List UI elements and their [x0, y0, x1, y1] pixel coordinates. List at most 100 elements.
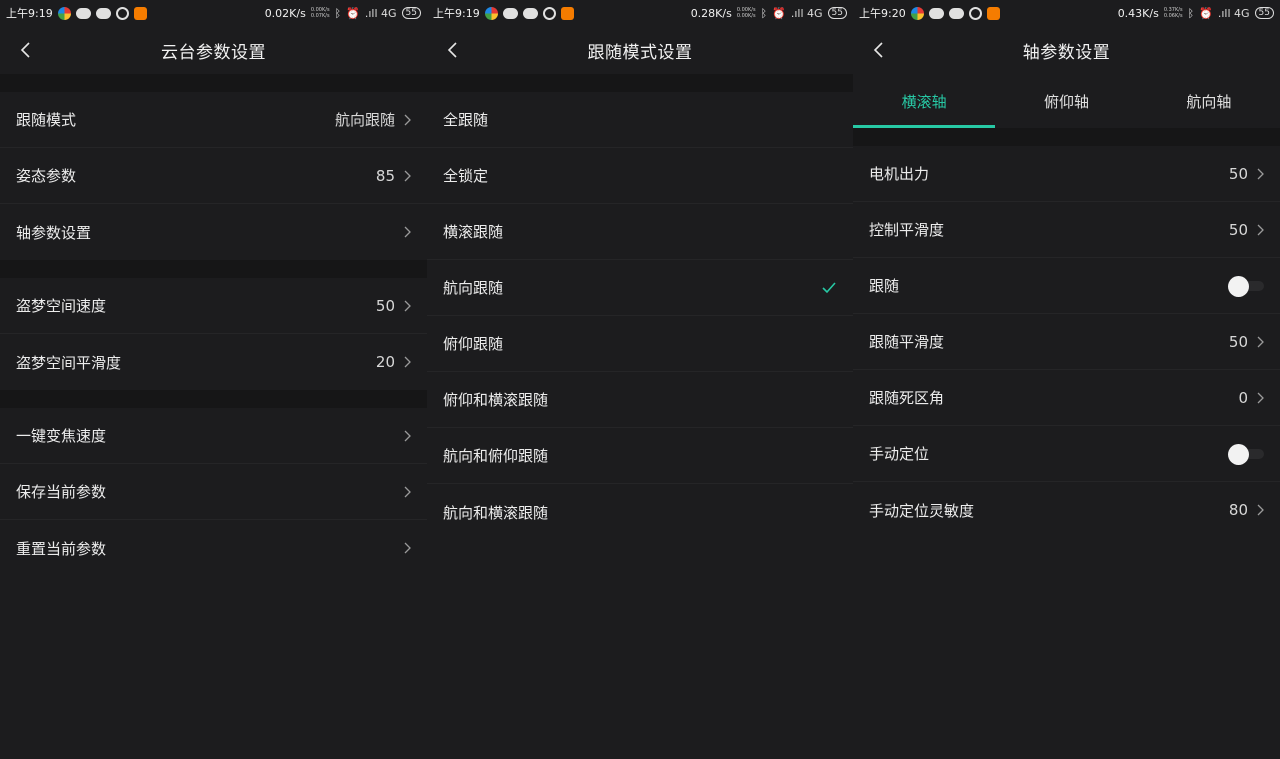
settings-row-attitude[interactable]: 姿态参数 85 [0, 148, 427, 204]
param-row-manual-position: 手动定位 [853, 426, 1280, 482]
section-divider [427, 74, 853, 92]
battery-icon: 55 [827, 7, 847, 19]
row-label: 盗梦空间速度 [16, 297, 107, 315]
row-right: 50 [376, 297, 411, 315]
row-right: 85 [376, 167, 411, 185]
chevron-left-icon [873, 42, 883, 58]
settings-row-follow-mode[interactable]: 跟随模式 航向跟随 [0, 92, 427, 148]
option-label: 航向跟随 [443, 279, 504, 297]
manual-position-toggle[interactable] [1228, 443, 1264, 465]
chevron-right-icon [1257, 168, 1264, 179]
signal-icon: .ıll 4G [364, 6, 397, 20]
param-row-motor-power[interactable]: 电机出力 50 [853, 146, 1280, 202]
chevron-right-icon [1257, 336, 1264, 347]
option-row[interactable]: 全跟随 [427, 92, 853, 148]
row-right: 0 [1238, 389, 1264, 407]
option-row[interactable]: 俯仰跟随 [427, 316, 853, 372]
header: 跟随模式设置 [427, 26, 853, 74]
settings-row-reset-params[interactable]: 重置当前参数 [0, 520, 427, 576]
settings-row-axis[interactable]: 轴参数设置 [0, 204, 427, 260]
option-row[interactable]: 航向和俯仰跟随 [427, 428, 853, 484]
status-time: 上午9:19 [6, 7, 53, 20]
chevron-right-icon [404, 226, 411, 238]
chat-notification-icon [948, 7, 964, 19]
settings-row-save-params[interactable]: 保存当前参数 [0, 464, 427, 520]
row-right: 航向跟随 [335, 109, 411, 130]
option-label: 俯仰和横滚跟随 [443, 391, 549, 409]
network-speed: 0.43K/s [1117, 6, 1159, 20]
chat-notification-icon [502, 7, 518, 19]
toggle-knob [1228, 275, 1249, 297]
tab-pitch-axis[interactable]: 俯仰轴 [995, 74, 1137, 128]
row-right [403, 542, 411, 554]
axis-settings-screen: 上午9:20 0.43K/s 0.37K/s 0.06K/s ᛒ ⏰ .ıll … [853, 0, 1280, 759]
row-right: 50 [1229, 221, 1264, 239]
chat-notification-icon [95, 7, 111, 19]
q-app-icon [115, 6, 129, 20]
download-speed: 0.00K/s [736, 13, 756, 19]
gimbal-settings-screen: 上午9:19 0.02K/s 0.00K/s 0.07K/s ᛒ ⏰ .ıll … [0, 0, 427, 759]
page-title: 云台参数设置 [161, 42, 266, 63]
param-row-control-smoothness[interactable]: 控制平滑度 50 [853, 202, 1280, 258]
network-speed-detail: 0.00K/s 0.07K/s [311, 7, 330, 19]
row-label: 一键变焦速度 [16, 427, 107, 445]
tab-yaw-axis[interactable]: 航向轴 [1138, 74, 1280, 128]
option-row[interactable]: 横滚跟随 [427, 204, 853, 260]
option-row[interactable]: 航向和横滚跟随 [427, 484, 853, 540]
follow-toggle[interactable] [1228, 275, 1264, 297]
page-title: 轴参数设置 [1022, 42, 1111, 63]
battery-icon: 55 [401, 7, 421, 19]
option-row[interactable]: 俯仰和横滚跟随 [427, 372, 853, 428]
bluetooth-icon: ᛒ [1187, 6, 1195, 20]
option-label: 全锁定 [443, 167, 489, 185]
row-value: 20 [375, 353, 395, 371]
alarm-icon: ⏰ [346, 6, 360, 20]
header: 云台参数设置 [0, 26, 427, 74]
chevron-right-icon [1257, 224, 1264, 235]
network-speed-detail: 0.00K/s 0.00K/s [737, 7, 756, 19]
page-title: 跟随模式设置 [587, 42, 693, 63]
option-row-selected[interactable]: 航向跟随 [427, 260, 853, 316]
row-value: 50 [1228, 164, 1248, 183]
chevron-right-icon [404, 542, 411, 554]
toggle-knob [1228, 443, 1249, 465]
row-right: 20 [376, 353, 411, 371]
option-label: 俯仰跟随 [443, 335, 504, 353]
status-bar-right: 0.28K/s 0.00K/s 0.00K/s ᛒ ⏰ .ıll 4G 55 [691, 7, 847, 20]
alarm-icon: ⏰ [772, 6, 786, 20]
option-row[interactable]: 全锁定 [427, 148, 853, 204]
chevron-right-icon [404, 430, 411, 441]
chevron-left-icon [447, 42, 457, 58]
row-label: 手动定位 [869, 445, 930, 463]
tab-roll-axis[interactable]: 横滚轴 [853, 74, 996, 128]
battery-icon: 55 [1254, 7, 1274, 19]
row-right [395, 226, 411, 238]
axis-tabs: 横滚轴 俯仰轴 航向轴 [853, 74, 1280, 128]
param-row-follow-smoothness[interactable]: 跟随平滑度 50 [853, 314, 1280, 370]
section-divider [0, 390, 427, 408]
row-label: 跟随平滑度 [869, 333, 945, 351]
settings-row-inception-speed[interactable]: 盗梦空间速度 50 [0, 278, 427, 334]
orange-app-icon [986, 6, 1000, 20]
back-button[interactable] [867, 38, 891, 62]
back-button[interactable] [441, 38, 465, 62]
param-row-follow-deadzone[interactable]: 跟随死区角 0 [853, 370, 1280, 426]
section-divider [853, 128, 1280, 146]
status-bar: 上午9:20 0.43K/s 0.37K/s 0.06K/s ᛒ ⏰ .ıll … [853, 0, 1280, 26]
row-label: 跟随死区角 [869, 389, 945, 407]
download-speed: 0.06K/s [1163, 13, 1183, 19]
param-row-manual-sensitivity[interactable]: 手动定位灵敏度 80 [853, 482, 1280, 538]
download-speed: 0.07K/s [310, 13, 330, 19]
status-time: 上午9:19 [433, 7, 480, 20]
option-label: 航向和横滚跟随 [443, 503, 549, 522]
checkmark-icon [822, 281, 836, 293]
settings-row-zoom-speed[interactable]: 一键变焦速度 [0, 408, 427, 464]
option-label: 全跟随 [443, 111, 489, 129]
settings-row-inception-smoothness[interactable]: 盗梦空间平滑度 20 [0, 334, 427, 390]
status-bar-right: 0.43K/s 0.37K/s 0.06K/s ᛒ ⏰ .ıll 4G 55 [1118, 7, 1274, 20]
axis-params-list: 电机出力 50 控制平滑度 50 跟随 跟随平滑度 50 跟随死区角 0 手动定… [853, 146, 1280, 538]
app-notification-icon [57, 6, 71, 20]
chevron-right-icon [404, 170, 411, 181]
chevron-right-icon [404, 356, 411, 368]
back-button[interactable] [14, 38, 38, 62]
